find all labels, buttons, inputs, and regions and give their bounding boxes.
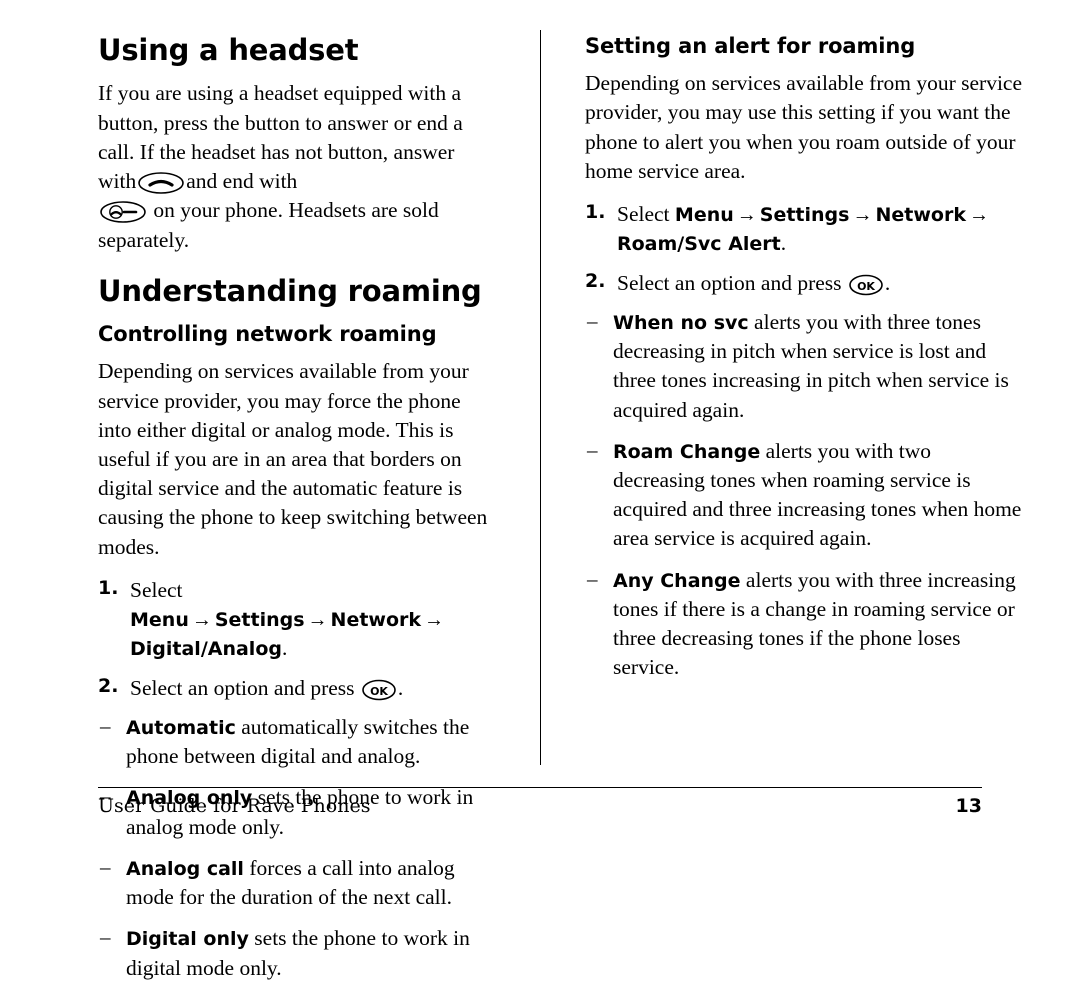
step-number: 1.	[98, 576, 119, 599]
menu-path-segment: Menu	[674, 204, 734, 227]
option-item: – When no svc alerts you with three tones…	[585, 308, 1024, 425]
arrow-icon: →	[968, 204, 989, 227]
arrow-icon: →	[736, 204, 757, 227]
options-list-left: – Automatic automatically switches the ph…	[98, 713, 496, 983]
left-column: Using a headset If you are using a heads…	[0, 0, 540, 979]
option-term: Any Change	[613, 569, 741, 592]
menu-path-segment: Network	[875, 204, 966, 227]
option-item: – Digital only sets the phone to work in …	[98, 924, 496, 982]
svg-text:OK: OK	[370, 685, 388, 698]
footer-page-number: 13	[955, 795, 982, 817]
dash-icon: –	[587, 437, 598, 462]
svg-text:OK: OK	[857, 280, 875, 293]
option-item: – Any Change alerts you with three increa…	[585, 566, 1024, 683]
paragraph-setting-alert-roaming: Depending on services available from you…	[585, 71, 1023, 183]
step-item: 2. Select an option and press OK.	[585, 269, 1024, 298]
dash-icon: –	[587, 566, 598, 591]
send-key-icon	[138, 172, 185, 194]
paragraph-headset-part2: and end with	[186, 169, 298, 194]
paragraph-controlling-network-roaming: Depending on services available from you…	[98, 359, 488, 559]
ok-key-icon: OK	[362, 679, 396, 701]
step-number: 2.	[585, 269, 606, 292]
heading-using-a-headset: Using a headset	[98, 33, 359, 67]
steps-list-left: 1. Select Menu → Settings → Network → Digital/A…	[98, 576, 496, 703]
document-page: Using a headset If you are using a heads…	[0, 0, 1080, 980]
option-term: Roam Change	[613, 440, 761, 463]
footer-title: User Guide for Rave Phones	[98, 795, 371, 817]
ok-key-icon: OK	[849, 274, 883, 296]
page-footer: User Guide for Rave Phones 13	[0, 777, 1080, 839]
step-text-after: .	[884, 270, 891, 295]
step-number: 1.	[585, 201, 606, 224]
dash-icon: –	[100, 925, 111, 950]
dash-icon: –	[100, 713, 111, 738]
heading-understanding-roaming: Understanding roaming	[98, 273, 482, 308]
step-tail: .	[281, 636, 288, 661]
dash-icon: –	[587, 308, 598, 333]
option-item: – Roam Change alerts you with two decreas…	[585, 437, 1024, 554]
menu-path-segment: Settings	[214, 609, 305, 632]
option-term: Digital only	[126, 928, 249, 951]
step-item: 2. Select an option and press OK.	[98, 674, 496, 703]
steps-list-right: 1. Select Menu → Settings → Network → Roam/Svc …	[585, 200, 1024, 298]
step-number: 2.	[98, 674, 119, 697]
menu-path-segment: Network	[330, 609, 422, 632]
step-lead: Select	[130, 577, 183, 602]
end-key-icon	[100, 201, 146, 224]
heading-setting-alert-roaming: Setting an alert for roaming	[585, 34, 916, 58]
step-text: Select an option and press	[130, 675, 355, 700]
arrow-icon: →	[191, 609, 212, 632]
arrow-icon: →	[852, 204, 873, 227]
heading-controlling-network-roaming: Controlling network roaming	[98, 322, 437, 347]
step-lead: Select	[617, 202, 670, 227]
option-term: Automatic	[126, 716, 236, 739]
step-text: Select an option and press	[617, 270, 842, 295]
option-term: When no svc	[613, 311, 749, 334]
right-column: Setting an alert for roaming Depending o…	[540, 0, 1080, 770]
menu-path-segment: Settings	[759, 204, 850, 227]
option-item: – Automatic automatically switches the ph…	[98, 713, 496, 771]
footer-divider	[98, 787, 982, 788]
option-term: Analog call	[126, 857, 244, 880]
menu-path-segment: Digital/Analog	[130, 638, 282, 661]
arrow-icon: →	[424, 609, 445, 632]
paragraph-headset: If you are using a headset equipped with…	[98, 79, 496, 254]
menu-path-segment: Roam/Svc Alert	[617, 233, 781, 256]
step-tail: .	[780, 231, 787, 256]
step-text-after: .	[397, 675, 404, 700]
step-item: 1. Select Menu → Settings → Network → Roam/Svc …	[585, 200, 1024, 258]
paragraph-headset-part3: on your phone. Headsets are sold separat…	[98, 198, 439, 252]
menu-path-segment: Menu	[130, 609, 189, 632]
options-list-right: – When no svc alerts you with three tones…	[585, 308, 1024, 683]
arrow-icon: →	[307, 609, 328, 632]
step-item: 1. Select Menu → Settings → Network → Digital/A…	[98, 576, 496, 664]
dash-icon: –	[100, 854, 111, 879]
page-columns: Using a headset If you are using a heads…	[0, 0, 1080, 979]
option-item: – Analog call forces a call into analog m…	[98, 854, 496, 912]
